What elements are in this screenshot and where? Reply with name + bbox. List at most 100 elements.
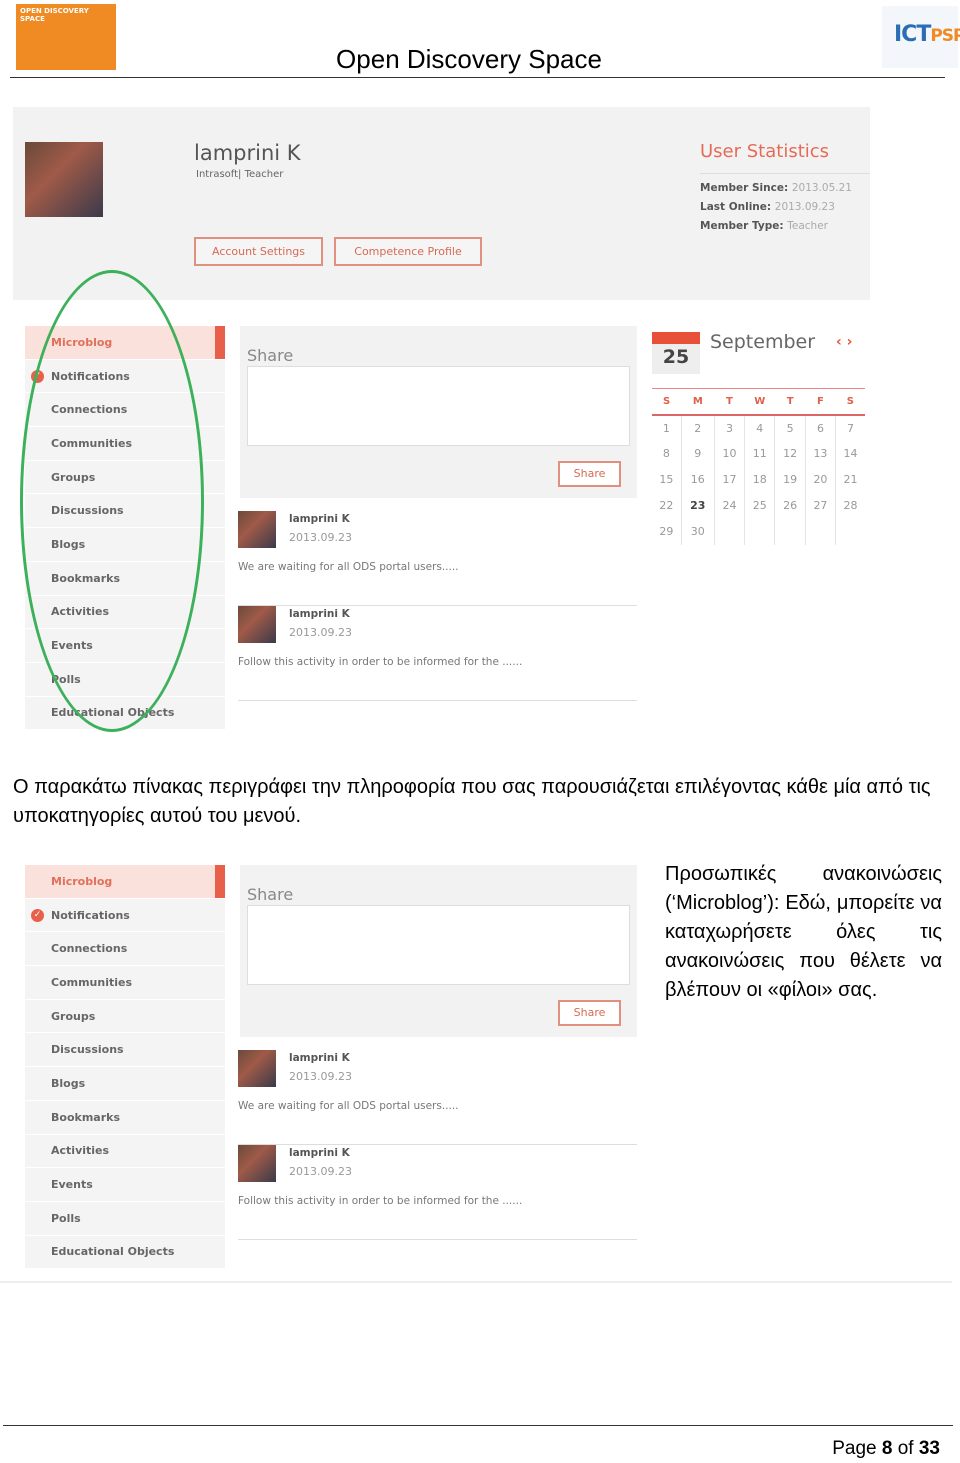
calendar-day-cell xyxy=(713,518,745,545)
calendar-month: September xyxy=(710,331,816,353)
sidebar-item-groups[interactable]: Groups xyxy=(25,1000,225,1034)
stat-last-online: Last Online: 2013.09.23 xyxy=(700,201,835,213)
calendar-day-cell[interactable]: 5 xyxy=(774,414,806,441)
sidebar-item-label: Notifications xyxy=(51,908,130,922)
weekday-header: T xyxy=(714,388,745,416)
calendar-day-cell[interactable]: 9 xyxy=(680,440,715,467)
profile-org: Intrasoft| Teacher xyxy=(196,169,284,180)
post-avatar xyxy=(238,511,276,548)
calendar-day-cell[interactable]: 10 xyxy=(713,440,745,467)
sidebar-item-microblog[interactable]: Microblog xyxy=(25,865,225,899)
page-number: Page 8 of 33 xyxy=(832,1438,940,1459)
post-author[interactable]: lamprini K xyxy=(289,608,350,620)
post-avatar xyxy=(238,606,276,643)
calendar-day-cell[interactable]: 25 xyxy=(744,492,775,519)
post-author[interactable]: lamprini K xyxy=(289,513,350,525)
sidebar-item-label: Groups xyxy=(51,1009,96,1023)
calendar-day-cell[interactable]: 4 xyxy=(744,414,775,441)
calendar-day-cell[interactable]: 1 xyxy=(652,415,681,441)
weekday-header: F xyxy=(805,388,836,416)
sidebar-item-label: Blogs xyxy=(51,1076,86,1090)
calendar-day-cell[interactable]: 24 xyxy=(713,492,745,519)
calendar-day-cell[interactable]: 20 xyxy=(804,466,836,493)
post-date: 2013.09.23 xyxy=(289,1070,352,1083)
calendar-day-cell xyxy=(774,518,806,545)
sidebar-item-bookmarks[interactable]: Bookmarks xyxy=(25,1101,225,1135)
sidebar-item-blogs[interactable]: Blogs xyxy=(25,1067,225,1101)
share-button[interactable]: Share xyxy=(558,461,621,487)
sidebar-item-connections[interactable]: Connections xyxy=(25,932,225,967)
post-author[interactable]: lamprini K xyxy=(289,1052,350,1064)
calendar-day-cell[interactable]: 15 xyxy=(652,467,681,493)
sidebar-menu: Microblog ✓ Notifications Connections Commun… xyxy=(25,865,225,1270)
share-input[interactable] xyxy=(247,905,630,985)
share-button[interactable]: Share xyxy=(558,1000,621,1026)
sidebar-item-polls[interactable]: Polls xyxy=(25,1202,225,1236)
sidebar-item-label: Activities xyxy=(51,1144,110,1158)
sidebar-item-label: Connections xyxy=(51,942,128,956)
calendar-day-cell xyxy=(744,518,775,545)
calendar-day-cell[interactable]: 19 xyxy=(774,466,806,493)
post-text: We are waiting for all ODS portal users.… xyxy=(238,561,459,573)
sidebar-item-discussions[interactable]: Discussions xyxy=(25,1033,225,1068)
calendar-day-cell[interactable]: 7 xyxy=(835,414,865,441)
profile-header: lamprini K Intrasoft| Teacher Account Se… xyxy=(13,107,870,300)
ictpsp-logo: ICTPSP xyxy=(882,6,960,68)
stats-divider xyxy=(700,173,870,174)
calendar-day-cell[interactable]: 26 xyxy=(774,492,806,519)
weekday-header: W xyxy=(744,388,775,416)
competence-profile-button[interactable]: Competence Profile xyxy=(334,237,482,266)
calendar-day-cell[interactable]: 22 xyxy=(652,493,681,519)
share-box: Share Share xyxy=(240,865,637,1037)
post-author[interactable]: lamprini K xyxy=(289,1147,350,1159)
calendar-day: 25 xyxy=(662,346,690,368)
calendar-day-cell[interactable]: 11 xyxy=(744,440,775,467)
sidebar-item-notifications[interactable]: ✓ Notifications xyxy=(25,899,225,933)
calendar-day-cell xyxy=(804,518,836,545)
weekday-header: T xyxy=(774,388,806,416)
post-item: lamprini K 2013.09.23 Follow this activity… xyxy=(238,1145,637,1240)
calendar-day-cell[interactable]: 27 xyxy=(804,492,836,519)
calendar-day-cell[interactable]: 3 xyxy=(713,414,745,441)
sidebar-item-events[interactable]: Events xyxy=(25,1168,225,1202)
stat-member-type: Member Type: Teacher xyxy=(700,220,828,232)
post-avatar xyxy=(238,1050,276,1087)
calendar-day-cell[interactable]: 21 xyxy=(835,466,865,493)
post-avatar xyxy=(238,1145,276,1182)
sidebar-item-label: Microblog xyxy=(51,874,113,888)
sidebar-item-educational-objects[interactable]: Educational Objects xyxy=(25,1236,225,1270)
header-divider xyxy=(10,77,945,78)
calendar-day-cell[interactable]: 14 xyxy=(835,440,865,467)
calendar-day-cell[interactable]: 13 xyxy=(804,440,836,467)
calendar-day-cell[interactable]: 30 xyxy=(680,518,715,545)
sidebar-item-communities[interactable]: Communities xyxy=(25,966,225,1000)
calendar-day-cell[interactable]: 8 xyxy=(652,441,681,467)
account-settings-button[interactable]: Account Settings xyxy=(194,237,323,266)
microblog-description: Προσωπικές ανακοινώσεις (‘Microblog’): Ε… xyxy=(665,863,942,1001)
calendar-day-cell[interactable]: 2 xyxy=(680,414,715,441)
logo-text: OPEN DISCOVERY SPACE xyxy=(20,7,89,23)
post-date: 2013.09.23 xyxy=(289,531,352,544)
highlight-oval xyxy=(20,270,204,732)
weekday-header: S xyxy=(652,388,682,416)
share-label: Share xyxy=(247,885,294,904)
calendar-day-cell[interactable]: 28 xyxy=(835,492,865,519)
share-input[interactable] xyxy=(247,366,630,446)
calendar-day-cell[interactable]: 17 xyxy=(713,466,745,493)
sidebar-item-activities[interactable]: Activities xyxy=(25,1135,225,1169)
calendar-day-cell[interactable]: 16 xyxy=(680,466,715,493)
calendar-day-cell[interactable]: 23 xyxy=(680,492,715,519)
post-date: 2013.09.23 xyxy=(289,1165,352,1178)
share-box: Share Share xyxy=(240,326,637,498)
sidebar-item-label: Communities xyxy=(51,975,133,989)
calendar-day-cell[interactable]: 12 xyxy=(774,440,806,467)
sidebar-item-label: Bookmarks xyxy=(51,1110,120,1124)
post-item: lamprini K 2013.09.23 We are waiting for a… xyxy=(238,1050,637,1145)
calendar-day-cell[interactable]: 29 xyxy=(652,519,681,545)
calendar-widget: 25 September ‹ › S M T W T F S 1 2 3 4 5 6 7 8 9 10 11 12 1… xyxy=(652,326,865,546)
calendar-day-cell[interactable]: 6 xyxy=(804,414,836,441)
user-statistics-title: User Statistics xyxy=(700,141,830,162)
sidebar-item-label: Polls xyxy=(51,1211,81,1225)
calendar-day-cell[interactable]: 18 xyxy=(744,466,775,493)
calendar-nav-arrows[interactable]: ‹ › xyxy=(836,334,852,350)
